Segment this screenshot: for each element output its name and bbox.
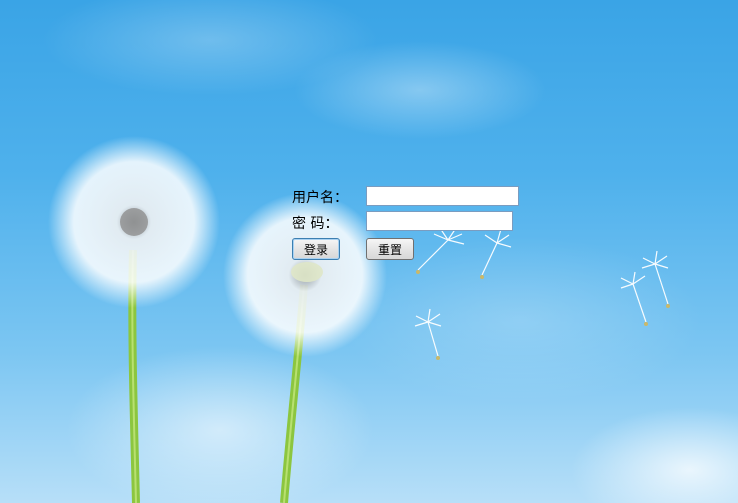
- username-input[interactable]: [366, 186, 519, 206]
- login-button[interactable]: 登录: [292, 238, 340, 260]
- reset-button[interactable]: 重置: [366, 238, 414, 260]
- username-label: 用户名：: [292, 190, 348, 206]
- login-form: 用户名： 密 码： 登录 重置: [291, 184, 531, 264]
- password-label: 密 码：: [292, 216, 339, 232]
- password-input[interactable]: [366, 211, 513, 231]
